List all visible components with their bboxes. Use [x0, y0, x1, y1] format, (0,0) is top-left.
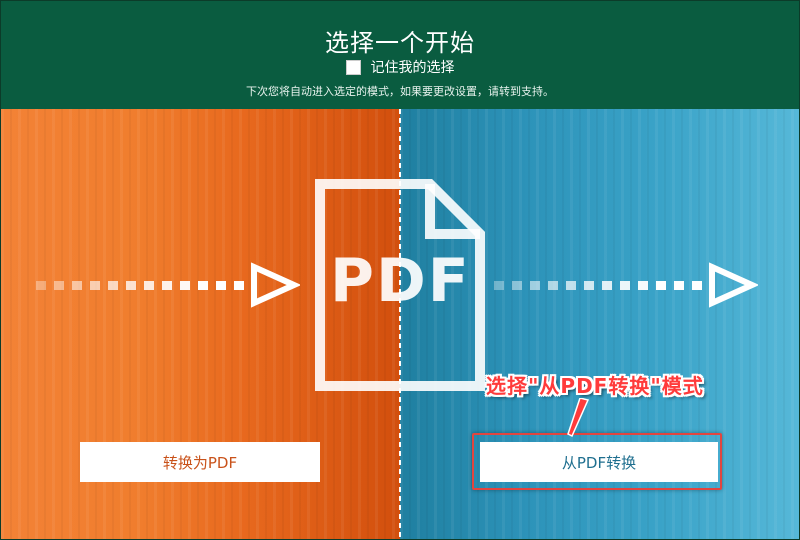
convert-to-pdf-button[interactable]: 转换为PDF — [80, 442, 320, 482]
annotation-pointer-icon — [567, 398, 590, 438]
remember-label: 记住我的选择 — [370, 60, 455, 76]
left-arrow-icon — [36, 262, 300, 308]
header: 选择一个开始 记住我的选择 下次您将自动进入选定的模式，如果要更改设置，请转到支… — [1, 1, 799, 109]
convert-from-pdf-button[interactable]: 从PDF转换 — [480, 442, 718, 482]
hint-text: 下次您将自动进入选定的模式，如果要更改设置，请转到支持。 — [246, 85, 554, 98]
remember-choice[interactable]: 记住我的选择 — [1, 57, 799, 77]
remember-checkbox[interactable] — [345, 59, 361, 75]
annotation-callout: 选择"从PDF转换"模式 — [486, 374, 704, 398]
pdf-label: PDF — [330, 246, 471, 316]
right-arrow-icon — [494, 262, 758, 308]
page-title: 选择一个开始 — [325, 29, 475, 57]
